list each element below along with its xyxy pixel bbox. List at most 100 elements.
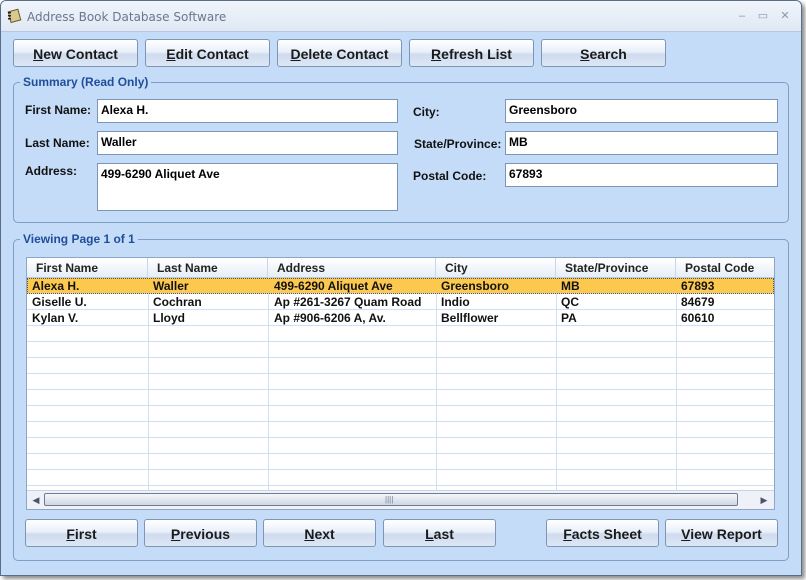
grip-icon: |||| <box>385 495 394 504</box>
button-label: earch <box>589 46 627 62</box>
mnemonic: P <box>170 526 181 542</box>
table-cell: MB <box>561 279 580 293</box>
table-cell: Kylan V. <box>32 311 79 325</box>
table-cell: Ap #906-6206 A, Av. <box>274 311 386 325</box>
column-header[interactable]: City <box>436 258 556 277</box>
table-cell: Ap #261-3267 Quam Road <box>274 295 422 309</box>
mnemonic: E <box>166 46 176 62</box>
empty-table-row[interactable] <box>27 390 774 406</box>
contacts-table[interactable]: First Name Last Name Address City State/… <box>26 257 775 510</box>
button-label: ew Contact <box>43 46 118 62</box>
button-label: irst <box>74 526 97 542</box>
table-cell: PA <box>561 311 577 325</box>
column-header[interactable]: Last Name <box>148 258 268 277</box>
delete-contact-button[interactable]: Delete Contact <box>277 39 402 67</box>
empty-table-row[interactable] <box>27 438 774 454</box>
mnemonic: D <box>290 46 301 62</box>
table-header: First Name Last Name Address City State/… <box>27 258 774 278</box>
button-label: iew Report <box>690 526 762 542</box>
facts-sheet-button[interactable]: Facts Sheet <box>546 519 659 547</box>
empty-table-row[interactable] <box>27 374 774 390</box>
column-header[interactable]: State/Province <box>556 258 676 277</box>
table-cell: 499-6290 Aliquet Ave <box>274 279 393 293</box>
table-cell: QC <box>561 295 579 309</box>
address-book-icon <box>7 8 22 24</box>
button-label: dit Contact <box>175 46 249 62</box>
mnemonic: N <box>33 46 44 62</box>
search-button[interactable]: Search <box>541 39 666 67</box>
scroll-left-icon[interactable]: ◀ <box>30 494 42 506</box>
minimize-icon: – <box>738 10 746 22</box>
empty-table-row[interactable] <box>27 406 774 422</box>
mnemonic: R <box>431 46 442 62</box>
empty-table-row[interactable] <box>27 454 774 470</box>
maximize-icon: ▭ <box>757 10 769 22</box>
state-field[interactable]: MB <box>505 131 778 155</box>
column-header[interactable]: Address <box>268 258 436 277</box>
view-report-button[interactable]: View Report <box>665 519 778 547</box>
table-cell: 60610 <box>681 311 715 325</box>
table-cell: Giselle U. <box>32 295 87 309</box>
first-name-label: First Name: <box>25 103 92 117</box>
previous-page-button[interactable]: Previous <box>144 519 257 547</box>
mnemonic: L <box>425 526 434 542</box>
empty-table-row[interactable] <box>27 358 774 374</box>
horizontal-scrollbar[interactable]: ◀ |||| ▶ <box>27 490 774 509</box>
column-header[interactable]: Postal Code <box>676 258 774 277</box>
address-label: Address: <box>25 164 78 178</box>
window-title: Address Book Database Software <box>27 10 227 24</box>
city-field[interactable]: Greensboro <box>505 99 778 123</box>
table-row[interactable]: Alexa H. Waller 499-6290 Aliquet Ave Greens… <box>27 278 774 294</box>
table-cell: Alexa H. <box>32 279 80 293</box>
table-cell: Greensboro <box>441 279 510 293</box>
postal-code-field[interactable]: 67893 <box>505 163 778 187</box>
table-cell: Cochran <box>153 295 202 309</box>
last-name-field[interactable]: Waller <box>97 131 398 155</box>
last-name-label: Last Name: <box>25 136 90 150</box>
close-button[interactable]: ✕ <box>776 8 794 24</box>
column-header[interactable]: First Name <box>27 258 148 277</box>
scroll-right-icon[interactable]: ▶ <box>758 494 770 506</box>
table-cell: Bellflower <box>441 311 499 325</box>
empty-table-row[interactable] <box>27 470 774 486</box>
mnemonic: V <box>681 526 691 542</box>
refresh-list-button[interactable]: Refresh List <box>409 39 534 67</box>
table-cell: 67893 <box>681 279 715 293</box>
mnemonic: F <box>563 526 572 542</box>
empty-table-row[interactable] <box>27 326 774 342</box>
table-cell: Indio <box>441 295 470 309</box>
city-label: City: <box>413 105 440 119</box>
postal-code-label: Postal Code: <box>413 169 487 183</box>
table-row[interactable]: Giselle U. Cochran Ap #261-3267 Quam Road I… <box>27 294 774 310</box>
button-label: elete Contact <box>300 46 389 62</box>
last-page-button[interactable]: Last <box>383 519 496 547</box>
edit-contact-button[interactable]: Edit Contact <box>145 39 270 67</box>
first-name-field[interactable]: Alexa H. <box>97 99 398 123</box>
close-icon: ✕ <box>780 10 790 22</box>
button-label: efresh List <box>441 46 512 62</box>
page-legend: Viewing Page 1 of 1 <box>20 232 138 246</box>
maximize-button[interactable]: ▭ <box>754 8 772 24</box>
button-label: ast <box>433 526 454 542</box>
summary-legend: Summary (Read Only) <box>20 75 152 89</box>
button-label: acts Sheet <box>571 526 642 542</box>
button-label: revious <box>180 526 231 542</box>
button-label: ext <box>314 526 335 542</box>
first-page-button[interactable]: First <box>25 519 138 547</box>
table-cell: 84679 <box>681 295 715 309</box>
title-bar[interactable]: Address Book Database Software – ▭ ✕ <box>1 1 801 32</box>
empty-table-row[interactable] <box>27 422 774 438</box>
table-cell: Waller <box>153 279 189 293</box>
scroll-thumb[interactable]: |||| <box>44 493 738 506</box>
new-contact-button[interactable]: New Contact <box>13 39 138 67</box>
table-cell: Lloyd <box>153 311 185 325</box>
address-field[interactable]: 499-6290 Aliquet Ave <box>97 163 398 211</box>
mnemonic: N <box>304 526 315 542</box>
state-label: State/Province: <box>414 137 502 151</box>
next-page-button[interactable]: Next <box>263 519 376 547</box>
table-row[interactable]: Kylan V. Lloyd Ap #906-6206 A, Av. Bellflow… <box>27 310 774 326</box>
empty-table-row[interactable] <box>27 342 774 358</box>
mnemonic: F <box>66 526 75 542</box>
minimize-button[interactable]: – <box>733 8 751 24</box>
app-window: Address Book Database Software – ▭ ✕ New… <box>0 0 802 576</box>
